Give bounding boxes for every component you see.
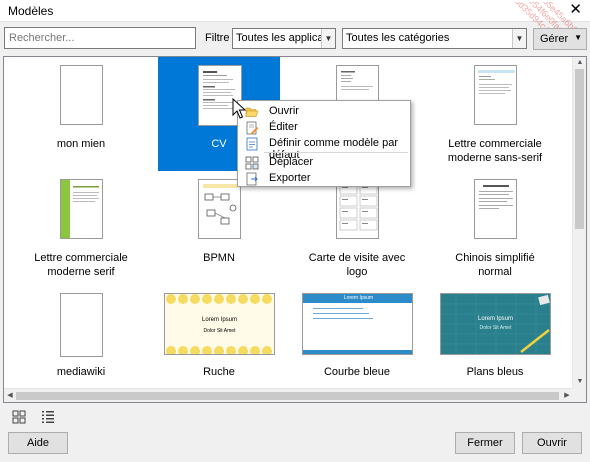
template-thumbnail [474, 65, 517, 125]
menu-separator [264, 152, 408, 153]
filter-label: Filtre [205, 32, 230, 44]
help-button-label: Aide [26, 437, 50, 449]
template-thumbnail [336, 179, 379, 239]
template-label: Ruche [203, 366, 235, 378]
template-label: Plans bleus [466, 366, 524, 378]
template-thumbnail: Lorem Ipsum [302, 293, 413, 355]
ruche-subtitle: Dolor Sit Amet [203, 328, 236, 334]
chinese-doc-preview [479, 185, 513, 209]
export-icon [246, 172, 258, 186]
folder-open-icon [245, 107, 259, 117]
close-icon[interactable]: ✕ [569, 2, 582, 18]
title-bar: Modèles dd35d94c4d0 e54f6e0fadmin b5e45a… [0, 0, 590, 46]
template-thumbnail [198, 179, 241, 239]
horizontal-scrollbar[interactable]: ◀ ▶ [4, 388, 573, 402]
template-tile-courbe-bleue[interactable]: Lorem Ipsum Courbe bleue [296, 289, 418, 402]
vertical-scrollbar[interactable]: ▲ ▼ [572, 57, 586, 388]
template-label: Lettre commerciale moderne sans-serif [447, 138, 543, 164]
template-label: BPMN [203, 252, 235, 264]
template-thumbnail [60, 65, 103, 125]
close-button-label: Fermer [467, 437, 503, 449]
category-filter-select[interactable]: Toutes les catégories ▼ [342, 28, 527, 49]
edit-document-icon [246, 121, 259, 135]
menu-item-open[interactable]: Ouvrir [240, 104, 408, 120]
ruche-title: Lorem Ipsum [201, 317, 237, 323]
help-button[interactable]: Aide [8, 432, 68, 454]
chevron-down-icon: ▼ [321, 29, 335, 48]
template-label: Chinois simplifié normal [455, 252, 535, 278]
menu-item-label: Ouvrir [269, 105, 299, 117]
template-tile-lettre-commerciale-serif[interactable]: Lettre commerciale moderne serif [20, 175, 142, 289]
template-label: Lettre commerciale moderne serif [34, 252, 128, 278]
scroll-left-icon[interactable]: ◀ [4, 389, 16, 402]
template-label: mon mien [56, 138, 106, 150]
plans-subtitle: Dolor Sit Amet [479, 325, 512, 331]
caret-down-icon: ▼ [574, 33, 582, 42]
category-filter-value: Toutes les catégories [346, 32, 450, 44]
menu-item-label: Exporter [269, 172, 311, 184]
template-thumbnail: Lorem Ipsum Dolor Sit Amet [164, 293, 275, 355]
open-button[interactable]: Ouvrir [522, 432, 582, 454]
scroll-up-icon[interactable]: ▲ [573, 57, 586, 69]
list-view-icon[interactable] [40, 409, 56, 425]
bpmn-preview [203, 184, 237, 225]
scroll-down-icon[interactable]: ▼ [573, 376, 586, 388]
vertical-scroll-thumb[interactable] [575, 69, 584, 229]
template-thumbnail [474, 179, 517, 239]
letter-preview [478, 70, 515, 94]
search-input[interactable] [4, 27, 196, 49]
thumbnail-view-icon[interactable] [11, 409, 27, 425]
manage-label: Gérer [540, 33, 569, 45]
manage-button[interactable]: Gérer ▼ [533, 28, 587, 50]
template-label: Carte de visite avec logo [308, 252, 406, 278]
menu-item-label: Déplacer [269, 156, 314, 168]
mouse-cursor-icon [232, 98, 246, 119]
scrollbar-corner [572, 388, 586, 402]
template-tile-bpmn[interactable]: BPMN [158, 175, 280, 289]
open-button-label: Ouvrir [537, 437, 567, 449]
plans-title: Lorem Ipsum [477, 316, 513, 322]
template-tile-plans-bleus[interactable]: Lorem Ipsum Dolor Sit Amet Plans bleus [434, 289, 556, 402]
template-tile-carte-de-visite[interactable]: Carte de visite avec logo [296, 175, 418, 289]
template-thumbnail [60, 293, 103, 357]
menu-item-set-default[interactable]: Définir comme modèle par défaut [240, 136, 408, 161]
business-card-preview [339, 183, 378, 231]
menu-item-label: Éditer [269, 121, 298, 133]
template-tile-lettre-commerciale-sans-serif[interactable]: Lettre commerciale moderne sans-serif [434, 57, 556, 171]
menu-item-export[interactable]: Exporter [240, 171, 408, 187]
default-template-icon [246, 137, 258, 151]
template-thumbnail: Lorem Ipsum Dolor Sit Amet [440, 293, 551, 355]
context-menu: Ouvrir Éditer Définir comme modèle par d… [237, 100, 411, 187]
application-filter-select[interactable]: Toutes les applications ▼ [232, 28, 336, 49]
window-title: Modèles [8, 4, 54, 18]
horizontal-scroll-thumb[interactable] [16, 392, 559, 400]
menu-item-edit[interactable]: Éditer [240, 120, 408, 136]
chevron-down-icon: ▼ [512, 29, 526, 48]
close-button[interactable]: Fermer [455, 432, 515, 454]
honeycomb-pattern [166, 294, 272, 354]
move-icon [245, 156, 259, 170]
letter-preview [61, 180, 99, 238]
courbe-preview [303, 308, 412, 354]
template-tile-ruche[interactable]: Lorem Ipsum Dolor Sit Amet Ruche [158, 289, 280, 402]
template-label: Courbe bleue [323, 366, 391, 378]
template-label: mediawiki [56, 366, 106, 378]
template-tile-chinois-simplifie[interactable]: Chinois simplifié normal [434, 175, 556, 289]
template-tile-mediawiki[interactable]: mediawiki [20, 289, 142, 402]
template-tile-mon-mien[interactable]: mon mien [20, 57, 142, 171]
template-thumbnail [60, 179, 103, 239]
menu-item-move[interactable]: Déplacer [240, 155, 408, 171]
